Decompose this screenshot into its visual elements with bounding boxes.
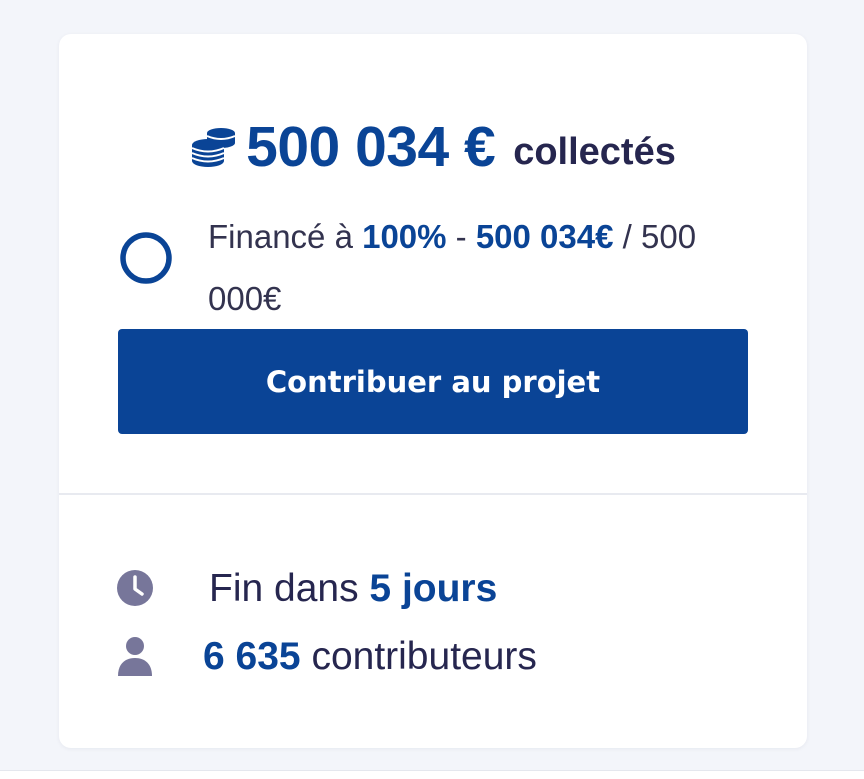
funding-separator: - bbox=[446, 218, 476, 255]
end-date-value: 5 jours bbox=[369, 567, 498, 610]
contributors-row: 6 635 contributeurs bbox=[115, 632, 755, 682]
contributors-suffix: contributeurs bbox=[300, 635, 537, 678]
contribute-button[interactable]: Contribuer au projet bbox=[118, 329, 748, 434]
funding-percent: 100% bbox=[362, 218, 447, 255]
funding-progress: Financé à 100% - 500 034€ / 500 000€ bbox=[119, 206, 759, 317]
divider bbox=[59, 493, 807, 495]
contributors-text: 6 635 contributeurs bbox=[203, 632, 537, 682]
funding-text: Financé à 100% - 500 034€ / 500 000€ bbox=[208, 206, 748, 330]
end-date-text: Fin dans 5 jours bbox=[209, 564, 497, 614]
funding-collected: 500 034€ bbox=[475, 218, 614, 255]
end-date-prefix: Fin dans bbox=[209, 567, 370, 610]
funding-card: 500 034 € collectés Financé à 100% - 500… bbox=[59, 34, 807, 748]
amount-suffix: collectés bbox=[513, 130, 676, 173]
person-icon bbox=[118, 637, 152, 676]
amount-value: 500 034 € bbox=[246, 115, 496, 179]
funding-slash: / bbox=[613, 218, 641, 255]
coins-icon bbox=[191, 128, 236, 167]
end-date-row: Fin dans 5 jours bbox=[115, 564, 755, 614]
contributors-value: 6 635 bbox=[203, 635, 301, 678]
amount-collected: 500 034 € collectés bbox=[59, 112, 807, 182]
clock-icon bbox=[117, 570, 153, 606]
funding-prefix: Financé à bbox=[208, 218, 363, 255]
progress-ring-icon bbox=[120, 232, 172, 284]
